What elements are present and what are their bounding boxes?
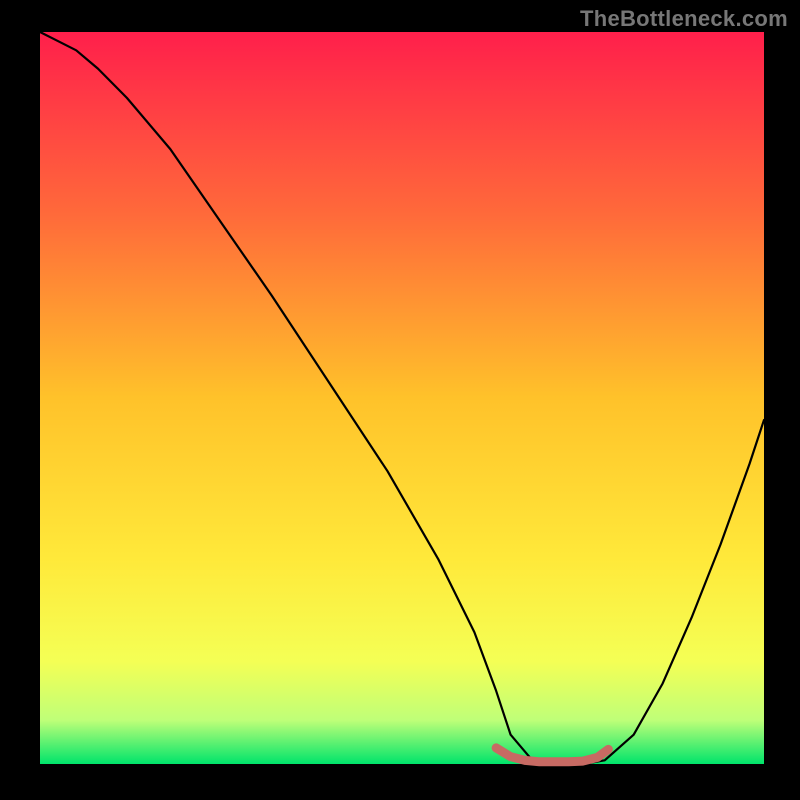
watermark-text: TheBottleneck.com — [580, 6, 788, 32]
plot-background — [40, 32, 764, 764]
chart-canvas — [0, 0, 800, 800]
chart-frame: TheBottleneck.com — [0, 0, 800, 800]
